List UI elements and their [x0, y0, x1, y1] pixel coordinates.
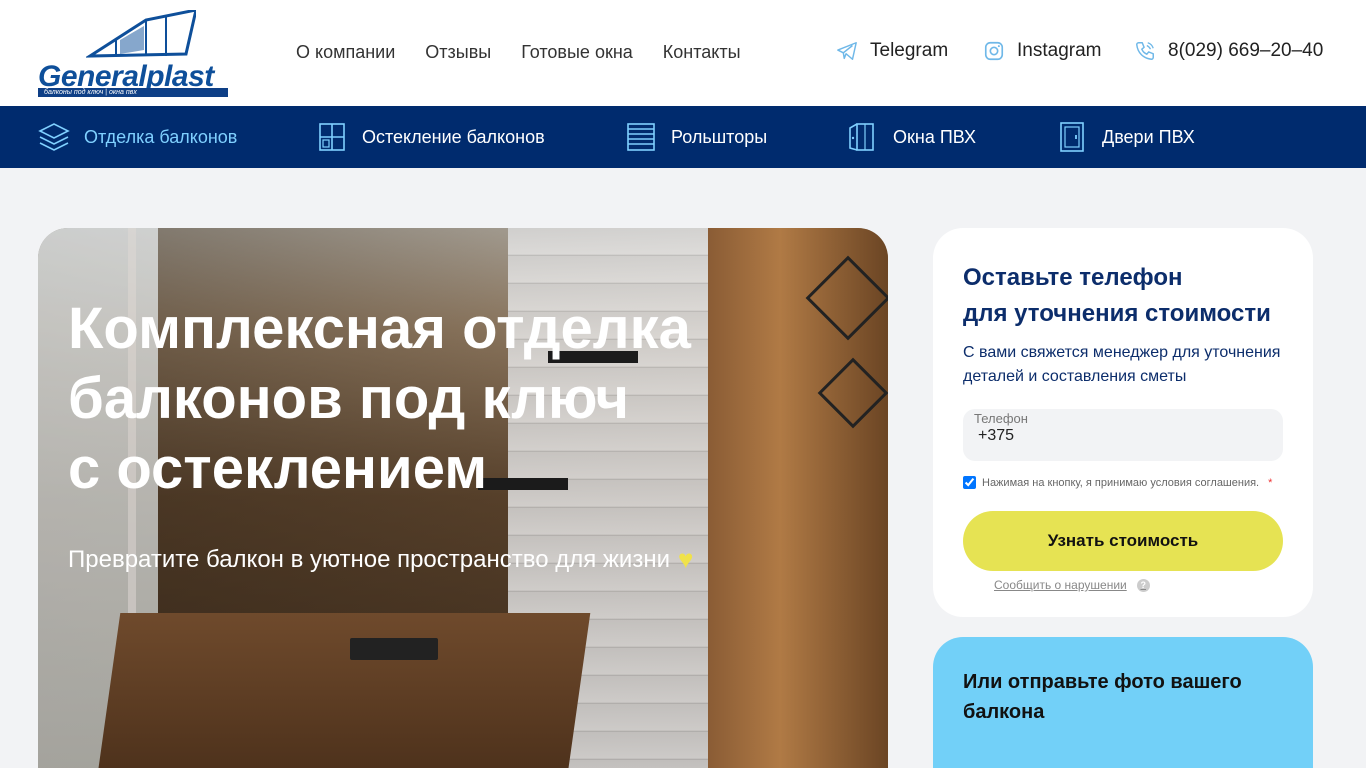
form-title-line: для уточнения стоимости	[963, 300, 1271, 327]
get-price-button[interactable]: Узнать стоимость	[963, 511, 1283, 571]
category-navigation: Отделка балконов Остекление балконов Рол…	[0, 106, 1366, 168]
phone-input[interactable]	[978, 425, 1268, 447]
send-photo-card: Или отправьте фото вашего балкона	[933, 637, 1313, 768]
hero-photo-desk	[95, 613, 591, 768]
door-icon	[1060, 122, 1084, 152]
category-balcony-finishing[interactable]: Отделка балконов	[38, 106, 237, 168]
category-balcony-glazing[interactable]: Остекление балконов	[316, 106, 545, 168]
nav-link-contacts[interactable]: Контакты	[663, 42, 741, 63]
telegram-icon	[837, 42, 857, 60]
telegram-link[interactable]: Telegram	[836, 40, 948, 62]
logo-tagline: балконы под ключ | окна пвх	[38, 88, 228, 97]
form-title: Оставьте телефон для уточнения стоимости	[963, 260, 1293, 332]
category-label: Двери ПВХ	[1102, 126, 1195, 147]
phone-field[interactable]: Телефон	[963, 409, 1283, 461]
hero-subtitle-text: Превратите балкон в уютное пространство …	[68, 545, 671, 573]
site-header: Generalplast балконы под ключ | окна пвх…	[0, 0, 1366, 106]
logo[interactable]: Generalplast балконы под ключ | окна пвх	[38, 10, 230, 98]
hero-title-line: балконов под ключ	[68, 366, 630, 431]
required-marker: *	[1268, 476, 1273, 489]
instagram-link[interactable]: Instagram	[983, 40, 1101, 62]
hero-title-line: с остеклением	[68, 436, 488, 501]
agreement-text: Нажимая на кнопку, я принимаю условия со…	[982, 476, 1260, 489]
phone-icon	[1136, 42, 1154, 60]
report-violation: Сообщить о нарушении ?	[994, 578, 1150, 592]
hero-banner: Комплексная отделка балконов под ключ с …	[38, 228, 888, 768]
category-label: Рольшторы	[671, 126, 768, 147]
heart-icon: ♥	[678, 544, 694, 574]
phone-link[interactable]: 8(029) 669–20–40	[1134, 40, 1323, 62]
hero-title-line: Комплексная отделка	[68, 296, 691, 361]
instagram-icon	[984, 41, 1004, 61]
form-description: С вами свяжется менеджер для уточнения д…	[963, 344, 1281, 385]
category-label: Окна ПВХ	[893, 126, 976, 147]
phone-field-label: Телефон	[974, 411, 1028, 426]
nav-link-about[interactable]: О компании	[296, 42, 395, 63]
form-title-line: Оставьте телефон	[963, 264, 1183, 291]
category-pvc-doors[interactable]: Двери ПВХ	[1056, 106, 1195, 168]
hero-subtitle: Превратите балкон в уютное пространство …	[68, 544, 693, 575]
nav-link-reviews[interactable]: Отзывы	[425, 42, 491, 63]
help-icon[interactable]: ?	[1136, 578, 1150, 592]
layers-icon	[38, 123, 70, 151]
callback-form-card: Оставьте телефон для уточнения стоимости…	[933, 228, 1313, 617]
nav-link-ready-windows[interactable]: Готовые окна	[521, 42, 633, 63]
telegram-label: Telegram	[870, 40, 949, 61]
report-violation-link[interactable]: Сообщить о нарушении	[994, 578, 1127, 592]
category-roller-blinds[interactable]: Рольшторы	[625, 106, 767, 168]
send-photo-title: Или отправьте фото вашего балкона	[963, 671, 1242, 723]
window-frame-icon	[319, 123, 345, 151]
hero-photo-sockets	[350, 638, 438, 660]
top-navigation: О компании Отзывы Готовые окна Контакты	[296, 42, 741, 63]
agreement-checkbox[interactable]	[963, 476, 976, 489]
agreement: Нажимая на кнопку, я принимаю условия со…	[963, 476, 1272, 489]
roller-blind-icon	[627, 123, 655, 151]
open-window-icon	[849, 123, 874, 151]
phone-number: 8(029) 669–20–40	[1168, 40, 1324, 61]
hero-title: Комплексная отделка балконов под ключ с …	[68, 294, 768, 504]
category-label: Отделка балконов	[84, 126, 238, 147]
category-label: Остекление балконов	[362, 126, 545, 147]
instagram-label: Instagram	[1017, 40, 1102, 61]
category-pvc-windows[interactable]: Окна ПВХ	[847, 106, 976, 168]
logo-mark-icon	[86, 10, 196, 58]
